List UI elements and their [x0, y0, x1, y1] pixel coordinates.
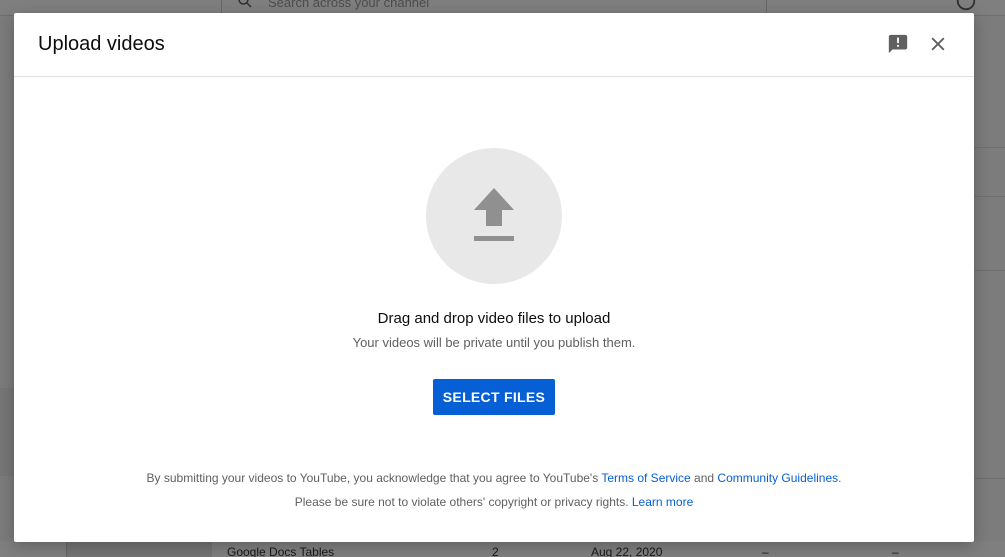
close-button[interactable]: [926, 32, 950, 56]
select-files-button[interactable]: SELECT FILES: [433, 379, 555, 415]
drag-drop-instruction: Drag and drop video files to upload: [377, 310, 611, 327]
close-icon: [931, 37, 945, 51]
dialog-title: Upload videos: [38, 33, 165, 55]
copyright-text: Please be sure not to violate others' co…: [294, 495, 632, 509]
learn-more-link[interactable]: Learn more: [632, 495, 693, 509]
community-guidelines-link[interactable]: Community Guidelines: [717, 471, 838, 485]
upload-dialog: Upload videos Drag and drop video files …: [14, 13, 974, 542]
terms-of-service-link[interactable]: Terms of Service: [601, 471, 690, 485]
upload-drop-zone[interactable]: [426, 148, 562, 284]
upload-arrow-icon: [474, 188, 514, 241]
terms-prefix: By submitting your videos to YouTube, yo…: [146, 471, 602, 485]
copyright-notice: Please be sure not to violate others' co…: [14, 495, 974, 509]
feedback-icon: [888, 34, 908, 54]
privacy-note: Your videos will be private until you pu…: [352, 335, 636, 350]
terms-suffix: .: [838, 471, 842, 485]
feedback-button[interactable]: [886, 32, 910, 56]
dialog-header: Upload videos: [14, 13, 974, 77]
terms-and: and: [690, 471, 718, 485]
terms-notice: By submitting your videos to YouTube, yo…: [14, 471, 974, 485]
